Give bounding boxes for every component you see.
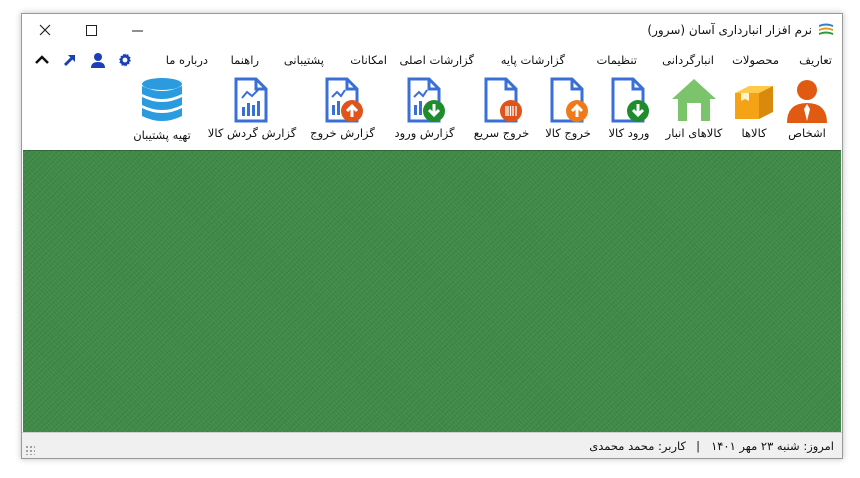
status-user: کاربر: محمد محمدی [589, 439, 686, 453]
minimize-icon [131, 30, 143, 31]
main-window: نرم افزار انبارداری آسان (سرور) تعاریف م… [21, 13, 843, 459]
goods-in-button[interactable]: ورود کالا [599, 73, 659, 150]
warehouse-products-label: کالاهای انبار [665, 126, 723, 140]
products-button[interactable]: کالاها [729, 73, 779, 150]
status-bar: امروز: شنبه ۲۳ مهر ۱۴۰۱ | کاربر: محمد مح… [22, 432, 842, 458]
status-today: امروز: شنبه ۲۳ مهر ۱۴۰۱ [711, 439, 834, 453]
external-link-button[interactable] [61, 52, 79, 68]
close-button[interactable] [22, 14, 68, 46]
document-out-icon [550, 77, 588, 123]
backup-button[interactable]: تهیه پشتیبان [122, 73, 202, 150]
window-title: نرم افزار انبارداری آسان (سرور) [647, 23, 812, 37]
report-in-label: گزارش ورود [394, 126, 455, 140]
goods-in-label: ورود کالا [608, 126, 650, 140]
status-separator: | [696, 439, 700, 453]
chevron-up-icon [35, 55, 49, 64]
goods-out-button[interactable]: خروج کالا [537, 73, 599, 150]
menu-definitions[interactable]: تعاریف [799, 53, 832, 67]
report-icon [234, 77, 268, 123]
gear-icon [119, 53, 131, 67]
close-icon [39, 24, 51, 36]
database-icon [142, 78, 182, 121]
maximize-icon [85, 24, 97, 36]
app-logo-icon [819, 23, 833, 35]
person-icon [787, 80, 827, 123]
ribbon-toolbar: اشخاص کالاها کالاهای انبار ورود کالا خرو… [22, 73, 842, 150]
backup-label: تهیه پشتیبان [133, 128, 191, 142]
menu-help[interactable]: راهنما [231, 53, 259, 67]
menu-bar: تعاریف محصولات انبارگردانی تنظیمات گزارش… [22, 47, 842, 73]
settings-button[interactable] [116, 52, 134, 68]
menu-inventory-count[interactable]: انبارگردانی [662, 53, 714, 67]
menu-support[interactable]: پشتیبانی [284, 53, 324, 67]
collapse-ribbon-button[interactable] [33, 52, 51, 68]
stock-movement-report-button[interactable]: گزارش گردش کالا [202, 73, 302, 150]
minimize-button[interactable] [114, 14, 160, 46]
workspace-background [23, 150, 841, 432]
people-button[interactable]: اشخاص [782, 73, 832, 150]
menu-main-reports[interactable]: گزارشات اصلی [399, 53, 474, 67]
arrow-up-right-icon [63, 54, 76, 67]
quick-out-button[interactable]: خروج سریع [466, 73, 537, 150]
report-out-label: گزارش خروج [310, 126, 375, 140]
box-icon [735, 86, 773, 119]
document-barcode-icon [484, 77, 522, 123]
menu-about[interactable]: درباره ما [166, 53, 208, 67]
menu-products[interactable]: محصولات [732, 53, 779, 67]
products-label: کالاها [741, 126, 767, 140]
menu-basic-reports[interactable]: گزارشات پایه [501, 53, 565, 67]
goods-out-label: خروج کالا [545, 126, 591, 140]
menu-settings[interactable]: تنظیمات [596, 53, 637, 67]
stock-movement-report-label: گزارش گردش کالا [207, 126, 297, 140]
report-in-button[interactable]: گزارش ورود [383, 73, 466, 150]
report-out-button[interactable]: گزارش خروج [302, 73, 383, 150]
user-icon [91, 53, 105, 68]
warehouse-products-button[interactable]: کالاهای انبار [659, 73, 729, 150]
user-button[interactable] [89, 52, 107, 68]
people-label: اشخاص [788, 126, 826, 140]
report-in-icon [407, 77, 445, 123]
maximize-button[interactable] [68, 14, 114, 46]
menu-features[interactable]: امکانات [350, 53, 387, 67]
title-bar[interactable]: نرم افزار انبارداری آسان (سرور) [22, 14, 842, 47]
report-out-icon [325, 77, 363, 123]
document-in-icon [611, 77, 649, 123]
warehouse-icon [672, 79, 716, 121]
quick-out-label: خروج سریع [473, 126, 530, 140]
resize-grip[interactable] [25, 445, 35, 455]
